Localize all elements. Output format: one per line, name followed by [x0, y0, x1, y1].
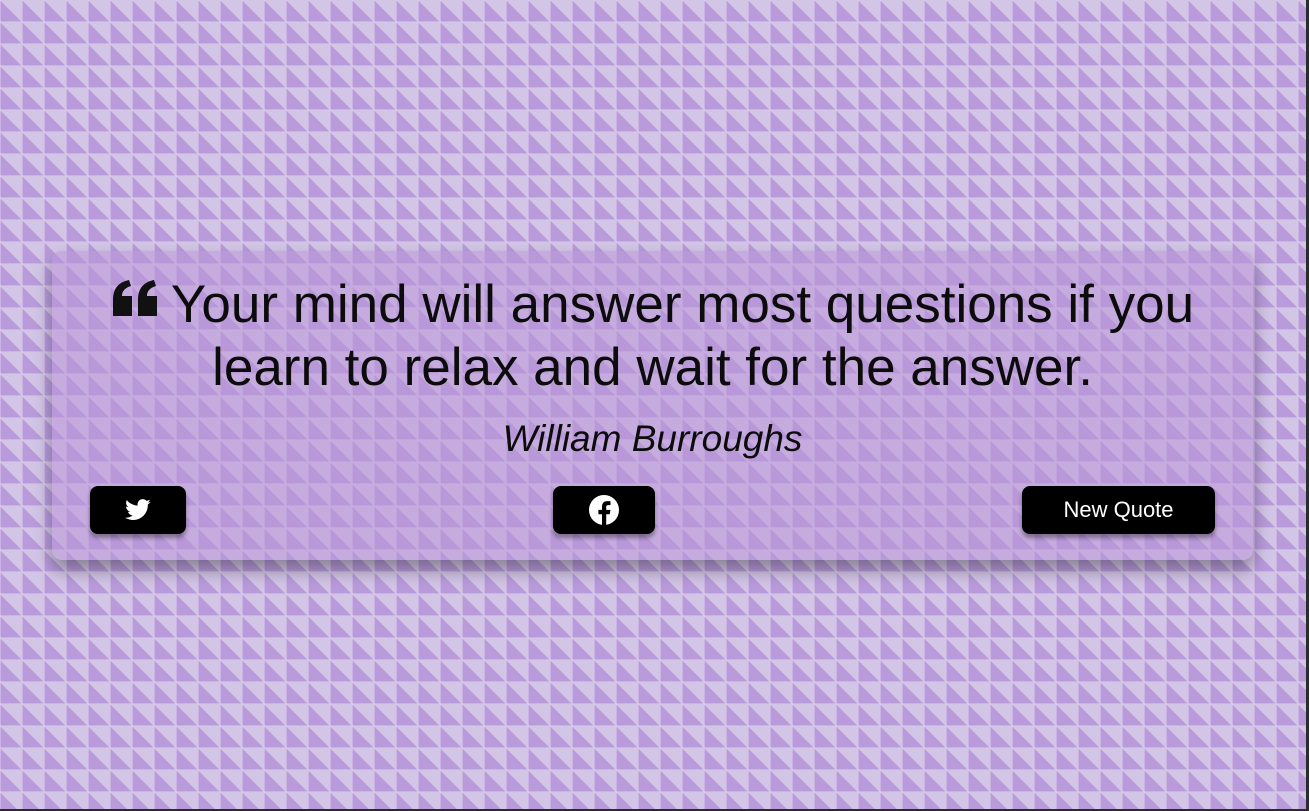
quote-left-icon [112, 280, 157, 316]
share-facebook-button[interactable] [553, 486, 655, 534]
quote-text: Your mind will answer most questions if … [170, 275, 1195, 397]
quote-card: Your mind will answer most questions if … [52, 251, 1253, 560]
page-background: { "quote": { "text": "Your mind will ans… [0, 0, 1309, 811]
quote-text-block: Your mind will answer most questions if … [90, 273, 1215, 399]
twitter-icon [125, 499, 151, 520]
quote-author: William Burroughs [502, 418, 803, 459]
facebook-icon [589, 495, 619, 526]
new-quote-button[interactable]: New Quote [1022, 486, 1215, 534]
tweet-quote-button[interactable] [90, 486, 186, 534]
